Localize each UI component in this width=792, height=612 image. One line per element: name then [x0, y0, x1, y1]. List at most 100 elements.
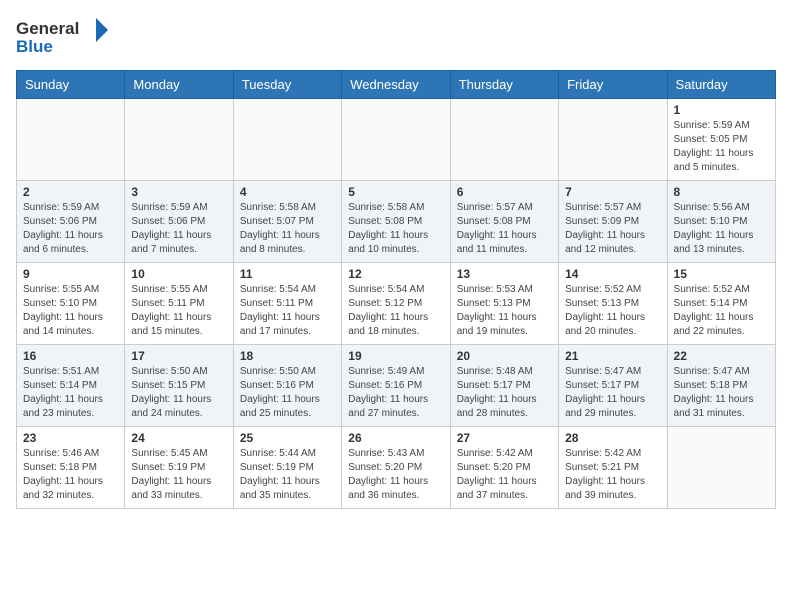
day-number: 13 [457, 267, 552, 281]
calendar-cell: 23 Sunrise: 5:46 AM Sunset: 5:18 PM Dayli… [17, 427, 125, 509]
calendar-cell: 1 Sunrise: 5:59 AM Sunset: 5:05 PM Daylig… [667, 99, 775, 181]
calendar-cell: 3Sunrise: 5:59 AM Sunset: 5:06 PM Daylig… [125, 181, 233, 263]
day-info: Sunrise: 5:53 AM Sunset: 5:13 PM Dayligh… [457, 283, 552, 339]
day-number: 22 [674, 349, 769, 363]
day-info: Sunrise: 5:52 AM Sunset: 5:14 PM Dayligh… [674, 283, 769, 339]
day-info: Sunrise: 5:42 AM Sunset: 5:21 PM Dayligh… [565, 447, 660, 503]
day-number: 1 [674, 103, 769, 117]
day-info: Sunrise: 5:56 AM Sunset: 5:10 PM Dayligh… [674, 201, 769, 257]
calendar-cell: 9 Sunrise: 5:55 AM Sunset: 5:10 PM Daylig… [17, 263, 125, 345]
week-row-0: 1 Sunrise: 5:59 AM Sunset: 5:05 PM Daylig… [17, 99, 776, 181]
calendar-cell [342, 99, 450, 181]
day-number: 6 [457, 185, 552, 199]
weekday-header-wednesday: Wednesday [342, 71, 450, 99]
calendar-cell: 20 Sunrise: 5:48 AM Sunset: 5:17 PM Dayli… [450, 345, 558, 427]
day-info: Sunrise: 5:54 AM Sunset: 5:12 PM Dayligh… [348, 283, 443, 339]
day-number: 14 [565, 267, 660, 281]
calendar-cell: 13 Sunrise: 5:53 AM Sunset: 5:13 PM Dayli… [450, 263, 558, 345]
weekday-header-friday: Friday [559, 71, 667, 99]
weekday-header-thursday: Thursday [450, 71, 558, 99]
day-info: Sunrise: 5:48 AM Sunset: 5:17 PM Dayligh… [457, 365, 552, 421]
calendar-cell [667, 427, 775, 509]
day-info: Sunrise: 5:58 AM Sunset: 5:08 PM Dayligh… [348, 201, 443, 257]
day-number: 10 [131, 267, 226, 281]
day-number: 16 [23, 349, 118, 363]
day-info: Sunrise: 5:59 AM Sunset: 5:06 PM Dayligh… [131, 201, 226, 257]
day-info: Sunrise: 5:51 AM Sunset: 5:14 PM Dayligh… [23, 365, 118, 421]
day-number: 15 [674, 267, 769, 281]
day-number: 12 [348, 267, 443, 281]
day-info: Sunrise: 5:59 AM Sunset: 5:06 PM Dayligh… [23, 201, 118, 257]
calendar-cell [17, 99, 125, 181]
calendar-cell: 28 Sunrise: 5:42 AM Sunset: 5:21 PM Dayli… [559, 427, 667, 509]
day-number: 25 [240, 431, 335, 445]
calendar-cell: 19 Sunrise: 5:49 AM Sunset: 5:16 PM Dayli… [342, 345, 450, 427]
day-number: 7 [565, 185, 660, 199]
day-info: Sunrise: 5:49 AM Sunset: 5:16 PM Dayligh… [348, 365, 443, 421]
day-number: 4 [240, 185, 335, 199]
day-number: 18 [240, 349, 335, 363]
weekday-header-row: SundayMondayTuesdayWednesdayThursdayFrid… [17, 71, 776, 99]
day-info: Sunrise: 5:50 AM Sunset: 5:15 PM Dayligh… [131, 365, 226, 421]
svg-text:Blue: Blue [16, 37, 53, 56]
day-info: Sunrise: 5:43 AM Sunset: 5:20 PM Dayligh… [348, 447, 443, 503]
calendar-cell: 14 Sunrise: 5:52 AM Sunset: 5:13 PM Dayli… [559, 263, 667, 345]
weekday-header-sunday: Sunday [17, 71, 125, 99]
day-info: Sunrise: 5:55 AM Sunset: 5:11 PM Dayligh… [131, 283, 226, 339]
calendar-cell: 7 Sunrise: 5:57 AM Sunset: 5:09 PM Daylig… [559, 181, 667, 263]
svg-text:General: General [16, 19, 79, 38]
day-number: 28 [565, 431, 660, 445]
day-number: 19 [348, 349, 443, 363]
week-row-1: 2 Sunrise: 5:59 AM Sunset: 5:06 PM Daylig… [17, 181, 776, 263]
calendar-cell: 18 Sunrise: 5:50 AM Sunset: 5:16 PM Dayli… [233, 345, 341, 427]
day-number: 2 [23, 185, 118, 199]
calendar-cell: 17 Sunrise: 5:50 AM Sunset: 5:15 PM Dayli… [125, 345, 233, 427]
calendar: SundayMondayTuesdayWednesdayThursdayFrid… [16, 70, 776, 509]
day-info: Sunrise: 5:47 AM Sunset: 5:17 PM Dayligh… [565, 365, 660, 421]
calendar-cell: 2 Sunrise: 5:59 AM Sunset: 5:06 PM Daylig… [17, 181, 125, 263]
logo: GeneralBlue [16, 16, 111, 60]
day-number: 27 [457, 431, 552, 445]
calendar-cell [233, 99, 341, 181]
calendar-cell: 10 Sunrise: 5:55 AM Sunset: 5:11 PM Dayli… [125, 263, 233, 345]
day-number: 8 [674, 185, 769, 199]
calendar-cell: 21 Sunrise: 5:47 AM Sunset: 5:17 PM Dayli… [559, 345, 667, 427]
day-info: Sunrise: 5:46 AM Sunset: 5:18 PM Dayligh… [23, 447, 118, 503]
day-info: Sunrise: 5:58 AM Sunset: 5:07 PM Dayligh… [240, 201, 335, 257]
week-row-4: 23 Sunrise: 5:46 AM Sunset: 5:18 PM Dayli… [17, 427, 776, 509]
week-row-2: 9 Sunrise: 5:55 AM Sunset: 5:10 PM Daylig… [17, 263, 776, 345]
day-info: Sunrise: 5:54 AM Sunset: 5:11 PM Dayligh… [240, 283, 335, 339]
calendar-cell: 27 Sunrise: 5:42 AM Sunset: 5:20 PM Dayli… [450, 427, 558, 509]
weekday-header-monday: Monday [125, 71, 233, 99]
weekday-header-saturday: Saturday [667, 71, 775, 99]
calendar-cell: 6 Sunrise: 5:57 AM Sunset: 5:08 PM Daylig… [450, 181, 558, 263]
day-info: Sunrise: 5:50 AM Sunset: 5:16 PM Dayligh… [240, 365, 335, 421]
day-number: 9 [23, 267, 118, 281]
calendar-cell: 22Sunrise: 5:47 AM Sunset: 5:18 PM Dayli… [667, 345, 775, 427]
calendar-cell: 25Sunrise: 5:44 AM Sunset: 5:19 PM Dayli… [233, 427, 341, 509]
day-info: Sunrise: 5:42 AM Sunset: 5:20 PM Dayligh… [457, 447, 552, 503]
day-info: Sunrise: 5:59 AM Sunset: 5:05 PM Dayligh… [674, 119, 769, 175]
day-number: 21 [565, 349, 660, 363]
calendar-cell: 26 Sunrise: 5:43 AM Sunset: 5:20 PM Dayli… [342, 427, 450, 509]
day-info: Sunrise: 5:57 AM Sunset: 5:09 PM Dayligh… [565, 201, 660, 257]
day-info: Sunrise: 5:55 AM Sunset: 5:10 PM Dayligh… [23, 283, 118, 339]
day-number: 23 [23, 431, 118, 445]
calendar-cell: 12 Sunrise: 5:54 AM Sunset: 5:12 PM Dayli… [342, 263, 450, 345]
page-header: GeneralBlue [16, 16, 776, 60]
day-number: 11 [240, 267, 335, 281]
day-number: 17 [131, 349, 226, 363]
week-row-3: 16 Sunrise: 5:51 AM Sunset: 5:14 PM Dayli… [17, 345, 776, 427]
calendar-cell: 5 Sunrise: 5:58 AM Sunset: 5:08 PM Daylig… [342, 181, 450, 263]
weekday-header-tuesday: Tuesday [233, 71, 341, 99]
calendar-cell: 16 Sunrise: 5:51 AM Sunset: 5:14 PM Dayli… [17, 345, 125, 427]
day-number: 26 [348, 431, 443, 445]
calendar-cell [125, 99, 233, 181]
day-info: Sunrise: 5:52 AM Sunset: 5:13 PM Dayligh… [565, 283, 660, 339]
day-number: 5 [348, 185, 443, 199]
day-info: Sunrise: 5:57 AM Sunset: 5:08 PM Dayligh… [457, 201, 552, 257]
day-info: Sunrise: 5:45 AM Sunset: 5:19 PM Dayligh… [131, 447, 226, 503]
calendar-cell: 4 Sunrise: 5:58 AM Sunset: 5:07 PM Daylig… [233, 181, 341, 263]
calendar-cell: 24Sunrise: 5:45 AM Sunset: 5:19 PM Dayli… [125, 427, 233, 509]
day-number: 20 [457, 349, 552, 363]
